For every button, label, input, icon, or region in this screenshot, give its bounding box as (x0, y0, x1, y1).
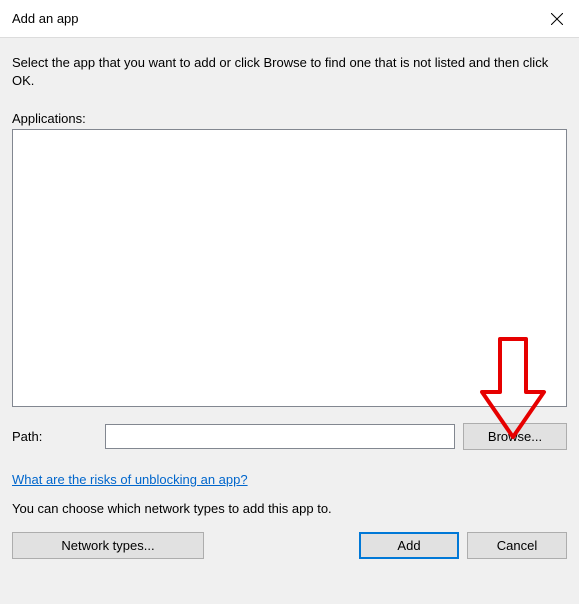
dialog-content: Select the app that you want to add or c… (0, 38, 579, 571)
applications-label: Applications: (12, 111, 567, 126)
add-button[interactable]: Add (359, 532, 459, 559)
network-types-button[interactable]: Network types... (12, 532, 204, 559)
path-row: Path: Browse... (12, 423, 567, 450)
applications-listbox[interactable] (12, 129, 567, 407)
spacer (212, 532, 351, 559)
network-types-text: You can choose which network types to ad… (12, 501, 567, 516)
risks-link[interactable]: What are the risks of unblocking an app? (12, 472, 567, 487)
close-icon (551, 13, 563, 25)
close-button[interactable] (534, 0, 579, 38)
window-title: Add an app (12, 11, 79, 26)
browse-button[interactable]: Browse... (463, 423, 567, 450)
path-label: Path: (12, 429, 97, 444)
button-row: Network types... Add Cancel (12, 532, 567, 559)
titlebar: Add an app (0, 0, 579, 38)
instructions-text: Select the app that you want to add or c… (12, 54, 567, 89)
path-input[interactable] (105, 424, 455, 449)
cancel-button[interactable]: Cancel (467, 532, 567, 559)
